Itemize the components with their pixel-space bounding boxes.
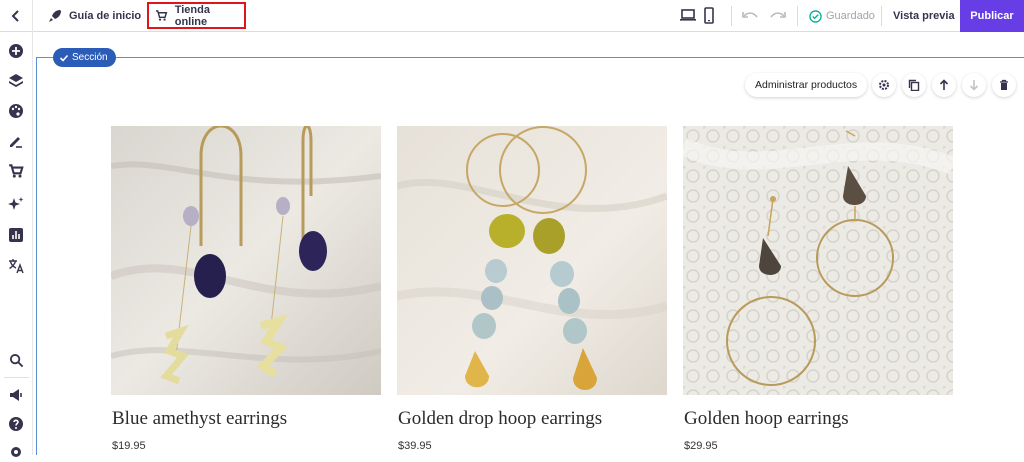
publish-label: Publicar xyxy=(970,10,1014,22)
marketing-button[interactable] xyxy=(6,385,26,405)
move-up-button[interactable] xyxy=(932,73,956,97)
marketing-icon xyxy=(10,389,22,401)
laptop-icon xyxy=(680,9,696,21)
search-button[interactable] xyxy=(6,350,26,370)
divider xyxy=(731,6,732,26)
translate-icon xyxy=(9,259,24,274)
rocket-icon xyxy=(49,10,61,22)
product-card[interactable]: Golden hoop earrings $29.95 xyxy=(683,126,953,452)
sidebar-divider xyxy=(4,377,29,378)
product-card[interactable]: Blue amethyst earrings $19.95 xyxy=(111,126,381,452)
manage-products-label: Administrar productos xyxy=(755,79,858,91)
left-sidebar xyxy=(0,32,33,457)
check-icon xyxy=(59,54,69,62)
product-price: $39.95 xyxy=(398,440,432,452)
undo-icon xyxy=(742,12,758,18)
copy-icon xyxy=(908,79,920,91)
ai-sparkle-icon xyxy=(8,197,24,210)
product-image[interactable] xyxy=(111,126,381,395)
styles-button[interactable] xyxy=(6,101,26,121)
layers-icon xyxy=(9,74,23,87)
product-price: $29.95 xyxy=(684,440,718,452)
publish-button[interactable]: Publicar xyxy=(960,0,1024,32)
gear-icon xyxy=(879,80,889,90)
section-settings-button[interactable] xyxy=(872,73,896,97)
add-element-button[interactable] xyxy=(6,41,26,61)
online-store-label: Tienda online xyxy=(174,3,210,28)
manage-products-button[interactable]: Administrar productos xyxy=(745,73,868,97)
ai-tools-button[interactable] xyxy=(6,194,26,214)
chevron-left-icon xyxy=(11,10,19,22)
divider xyxy=(797,6,798,26)
product-title[interactable]: Blue amethyst earrings xyxy=(112,408,287,430)
top-bar: Guía de inicio Tienda online Guardado Vi… xyxy=(0,0,1024,32)
online-store-button[interactable]: Tienda online xyxy=(147,2,246,29)
arrow-up-icon xyxy=(939,79,949,90)
preview-button[interactable]: Vista previa xyxy=(893,0,955,32)
layers-button[interactable] xyxy=(6,71,26,91)
guide-button[interactable]: Guía de inicio xyxy=(48,0,141,32)
analytics-button[interactable] xyxy=(6,225,26,245)
saved-label: Guardado xyxy=(826,10,875,22)
palette-icon xyxy=(9,104,23,118)
product-image[interactable] xyxy=(397,126,667,395)
redo-icon xyxy=(770,12,786,18)
section-badge-label: Sección xyxy=(72,52,108,63)
edit-button[interactable] xyxy=(6,131,26,151)
divider xyxy=(881,6,882,26)
preview-label: Vista previa xyxy=(893,10,955,22)
trash-icon xyxy=(1000,79,1008,90)
move-down-button[interactable] xyxy=(962,73,986,97)
delete-button[interactable] xyxy=(992,73,1016,97)
cart-icon xyxy=(155,10,168,21)
cart-icon xyxy=(9,164,24,178)
store-button[interactable] xyxy=(6,161,26,181)
product-card[interactable]: Golden drop hoop earrings $39.95 xyxy=(397,126,667,452)
redo-button[interactable] xyxy=(769,9,787,27)
analytics-icon xyxy=(9,228,23,242)
back-button[interactable] xyxy=(0,0,33,32)
arrow-down-icon xyxy=(969,80,979,91)
help-icon xyxy=(9,417,23,431)
undo-button[interactable] xyxy=(741,9,759,27)
section-badge[interactable]: Sección xyxy=(53,48,116,67)
help-button[interactable] xyxy=(6,414,26,434)
search-icon xyxy=(9,353,23,367)
translate-button[interactable] xyxy=(6,256,26,276)
duplicate-button[interactable] xyxy=(902,73,926,97)
settings-icon xyxy=(11,447,21,457)
guide-label: Guía de inicio xyxy=(69,10,142,22)
edit-icon xyxy=(10,137,22,148)
product-image[interactable] xyxy=(683,126,953,395)
product-title[interactable]: Golden hoop earrings xyxy=(684,408,849,430)
add-icon xyxy=(9,44,23,58)
settings-button[interactable] xyxy=(6,442,26,462)
saved-status: Guardado xyxy=(809,0,875,32)
mobile-view-button[interactable] xyxy=(703,7,715,30)
product-price: $19.95 xyxy=(112,440,146,452)
product-title[interactable]: Golden drop hoop earrings xyxy=(398,408,602,430)
check-circle-icon xyxy=(809,9,822,23)
phone-icon xyxy=(704,7,714,24)
desktop-view-button[interactable] xyxy=(679,7,697,28)
